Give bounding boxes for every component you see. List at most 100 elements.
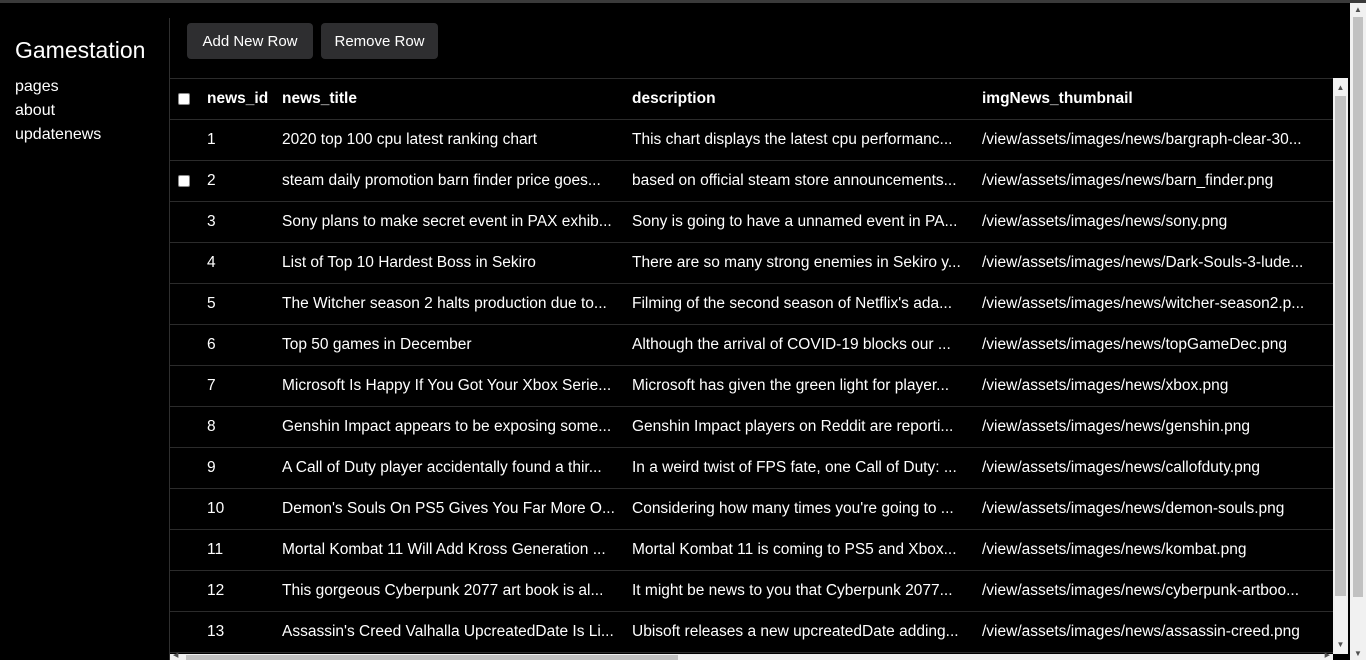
table-row[interactable]: 3 Sony plans to make secret event in PAX …	[170, 202, 1333, 243]
cell-news-title[interactable]: Microsoft Is Happy If You Got Your Xbox …	[282, 366, 616, 406]
row-select-cell	[178, 571, 192, 611]
table-row[interactable]: 10 Demon's Souls On PS5 Gives You Far Mor…	[170, 489, 1333, 530]
cell-img-thumbnail[interactable]: /view/assets/images/news/bargraph-clear-…	[982, 120, 1316, 160]
column-header-news-title[interactable]: news_title	[282, 79, 616, 119]
row-select-cell	[178, 612, 192, 652]
cell-description[interactable]: There are so many strong enemies in Seki…	[632, 243, 968, 283]
cell-news-title[interactable]: 2020 top 100 cpu latest ranking chart	[282, 120, 616, 160]
row-select-cell	[178, 243, 192, 283]
row-select-cell	[178, 161, 192, 201]
table-row[interactable]: 2 steam daily promotion barn finder price…	[170, 161, 1333, 202]
page-scroll-up-arrow-icon[interactable]: ▲	[1350, 5, 1366, 14]
table-header: news_id news_title description imgNews_t…	[170, 78, 1333, 120]
select-all-checkbox[interactable]	[178, 93, 190, 105]
sidebar-nav: pages about updatenews	[15, 75, 101, 147]
cell-img-thumbnail[interactable]: /view/assets/images/news/sony.png	[982, 202, 1316, 242]
add-new-row-button[interactable]: Add New Row	[187, 23, 313, 59]
cell-news-title[interactable]: A Call of Duty player accidentally found…	[282, 448, 616, 488]
table-row[interactable]: 1 2020 top 100 cpu latest ranking chart Th…	[170, 120, 1333, 161]
cell-news-title[interactable]: steam daily promotion barn finder price …	[282, 161, 616, 201]
cell-news-id[interactable]: 11	[207, 530, 271, 570]
cell-news-title[interactable]: This gorgeous Cyberpunk 2077 art book is…	[282, 571, 616, 611]
cell-description[interactable]: Ubisoft releases a new upcreatedDate add…	[632, 612, 968, 652]
cell-news-id[interactable]: 9	[207, 448, 271, 488]
table-row[interactable]: 11 Mortal Kombat 11 Will Add Kross Genera…	[170, 530, 1333, 571]
column-header-news-id[interactable]: news_id	[207, 79, 271, 119]
cell-img-thumbnail[interactable]: /view/assets/images/news/topGameDec.png	[982, 325, 1316, 365]
table-row[interactable]: 13 Assassin's Creed Valhalla UpcreatedDat…	[170, 612, 1333, 653]
cell-img-thumbnail[interactable]: /view/assets/images/news/Dark-Souls-3-lu…	[982, 243, 1316, 283]
table-row[interactable]: 7 Microsoft Is Happy If You Got Your Xbox…	[170, 366, 1333, 407]
sidebar-item-updatenews[interactable]: updatenews	[15, 123, 101, 147]
sidebar-item-about[interactable]: about	[15, 99, 101, 123]
sidebar-item-pages[interactable]: pages	[15, 75, 101, 99]
page-scroll-down-arrow-icon[interactable]: ▼	[1350, 649, 1366, 658]
cell-description[interactable]: Mortal Kombat 11 is coming to PS5 and Xb…	[632, 530, 968, 570]
page-vertical-scrollbar[interactable]: ▲ ▼	[1350, 3, 1366, 660]
table-horizontal-scrollbar[interactable]: ◀ ▶	[170, 651, 1333, 660]
brand-title: Gamestation	[15, 37, 146, 63]
cell-description[interactable]: based on official steam store announceme…	[632, 161, 968, 201]
cell-news-title[interactable]: Assassin's Creed Valhalla UpcreatedDate …	[282, 612, 616, 652]
cell-news-id[interactable]: 8	[207, 407, 271, 447]
top-border	[0, 0, 1366, 3]
row-select-cell	[178, 202, 192, 242]
cell-img-thumbnail[interactable]: /view/assets/images/news/kombat.png	[982, 530, 1316, 570]
cell-img-thumbnail[interactable]: /view/assets/images/news/barn_finder.png	[982, 161, 1316, 201]
cell-description[interactable]: It might be news to you that Cyberpunk 2…	[632, 571, 968, 611]
cell-description[interactable]: In a weird twist of FPS fate, one Call o…	[632, 448, 968, 488]
cell-news-id[interactable]: 10	[207, 489, 271, 529]
cell-news-id[interactable]: 3	[207, 202, 271, 242]
table-row[interactable]: 9 A Call of Duty player accidentally foun…	[170, 448, 1333, 489]
cell-news-id[interactable]: 12	[207, 571, 271, 611]
cell-news-id[interactable]: 5	[207, 284, 271, 324]
cell-description[interactable]: Considering how many times you're going …	[632, 489, 968, 529]
table-row[interactable]: 4 List of Top 10 Hardest Boss in Sekiro Th…	[170, 243, 1333, 284]
row-select-checkbox[interactable]	[178, 175, 190, 187]
cell-news-id[interactable]: 13	[207, 612, 271, 652]
cell-description[interactable]: Filming of the second season of Netflix'…	[632, 284, 968, 324]
cell-img-thumbnail[interactable]: /view/assets/images/news/demon-souls.png	[982, 489, 1316, 529]
cell-news-title[interactable]: Mortal Kombat 11 Will Add Kross Generati…	[282, 530, 616, 570]
cell-news-id[interactable]: 4	[207, 243, 271, 283]
cell-img-thumbnail[interactable]: /view/assets/images/news/xbox.png	[982, 366, 1316, 406]
cell-img-thumbnail[interactable]: /view/assets/images/news/callofduty.png	[982, 448, 1316, 488]
cell-description[interactable]: Genshin Impact players on Reddit are rep…	[632, 407, 968, 447]
column-header-description[interactable]: description	[632, 79, 968, 119]
cell-news-title[interactable]: Genshin Impact appears to be exposing so…	[282, 407, 616, 447]
cell-news-title[interactable]: The Witcher season 2 halts production du…	[282, 284, 616, 324]
sidebar: Gamestation pages about updatenews	[0, 3, 169, 660]
scroll-down-arrow-icon[interactable]: ▼	[1333, 637, 1348, 652]
cell-news-id[interactable]: 6	[207, 325, 271, 365]
cell-description[interactable]: Microsoft has given the green light for …	[632, 366, 968, 406]
scroll-right-arrow-icon[interactable]: ▶	[1325, 651, 1330, 659]
page-vertical-scroll-thumb[interactable]	[1353, 17, 1363, 597]
cell-news-title[interactable]: List of Top 10 Hardest Boss in Sekiro	[282, 243, 616, 283]
row-select-cell	[178, 530, 192, 570]
table-horizontal-scroll-thumb[interactable]	[186, 655, 678, 660]
cell-img-thumbnail[interactable]: /view/assets/images/news/cyberpunk-artbo…	[982, 571, 1316, 611]
table-vertical-scrollbar[interactable]: ▲ ▼	[1333, 78, 1348, 654]
cell-img-thumbnail[interactable]: /view/assets/images/news/assassin-creed.…	[982, 612, 1316, 652]
remove-row-button[interactable]: Remove Row	[321, 23, 438, 59]
cell-news-title[interactable]: Demon's Souls On PS5 Gives You Far More …	[282, 489, 616, 529]
table-row[interactable]: 12 This gorgeous Cyberpunk 2077 art book …	[170, 571, 1333, 612]
cell-img-thumbnail[interactable]: /view/assets/images/news/witcher-season2…	[982, 284, 1316, 324]
cell-news-title[interactable]: Top 50 games in December	[282, 325, 616, 365]
row-select-cell	[178, 120, 192, 160]
cell-description[interactable]: Sony is going to have a unnamed event in…	[632, 202, 968, 242]
scroll-up-arrow-icon[interactable]: ▲	[1333, 80, 1348, 95]
column-header-img-thumbnail[interactable]: imgNews_thumbnail	[982, 79, 1316, 119]
cell-description[interactable]: Although the arrival of COVID-19 blocks …	[632, 325, 968, 365]
cell-img-thumbnail[interactable]: /view/assets/images/news/genshin.png	[982, 407, 1316, 447]
scroll-left-arrow-icon[interactable]: ◀	[173, 651, 178, 659]
table-row[interactable]: 8 Genshin Impact appears to be exposing s…	[170, 407, 1333, 448]
cell-news-id[interactable]: 7	[207, 366, 271, 406]
table-vertical-scroll-thumb[interactable]	[1335, 96, 1346, 596]
table-row[interactable]: 6 Top 50 games in December Although the ar…	[170, 325, 1333, 366]
cell-news-id[interactable]: 1	[207, 120, 271, 160]
cell-description[interactable]: This chart displays the latest cpu perfo…	[632, 120, 968, 160]
cell-news-id[interactable]: 2	[207, 161, 271, 201]
cell-news-title[interactable]: Sony plans to make secret event in PAX e…	[282, 202, 616, 242]
table-row[interactable]: 5 The Witcher season 2 halts production d…	[170, 284, 1333, 325]
